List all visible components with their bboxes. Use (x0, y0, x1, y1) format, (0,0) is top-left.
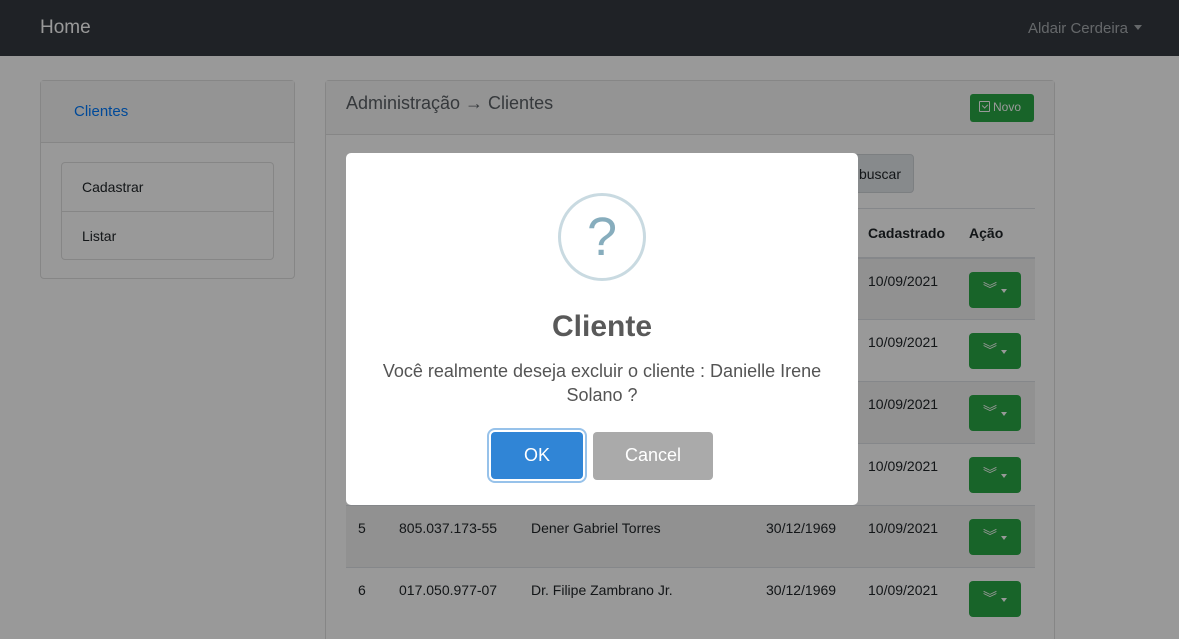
dialog-title: Cliente (551, 310, 653, 343)
cancel-button[interactable]: Cancel (593, 432, 713, 480)
confirm-delete-dialog: ? Cliente Você realmente deseja excluir … (346, 153, 858, 505)
dialog-message: Você realmente deseja excluir o cliente … (382, 361, 822, 405)
ok-button[interactable]: OK (491, 432, 583, 479)
question-icon: ? (558, 193, 646, 281)
